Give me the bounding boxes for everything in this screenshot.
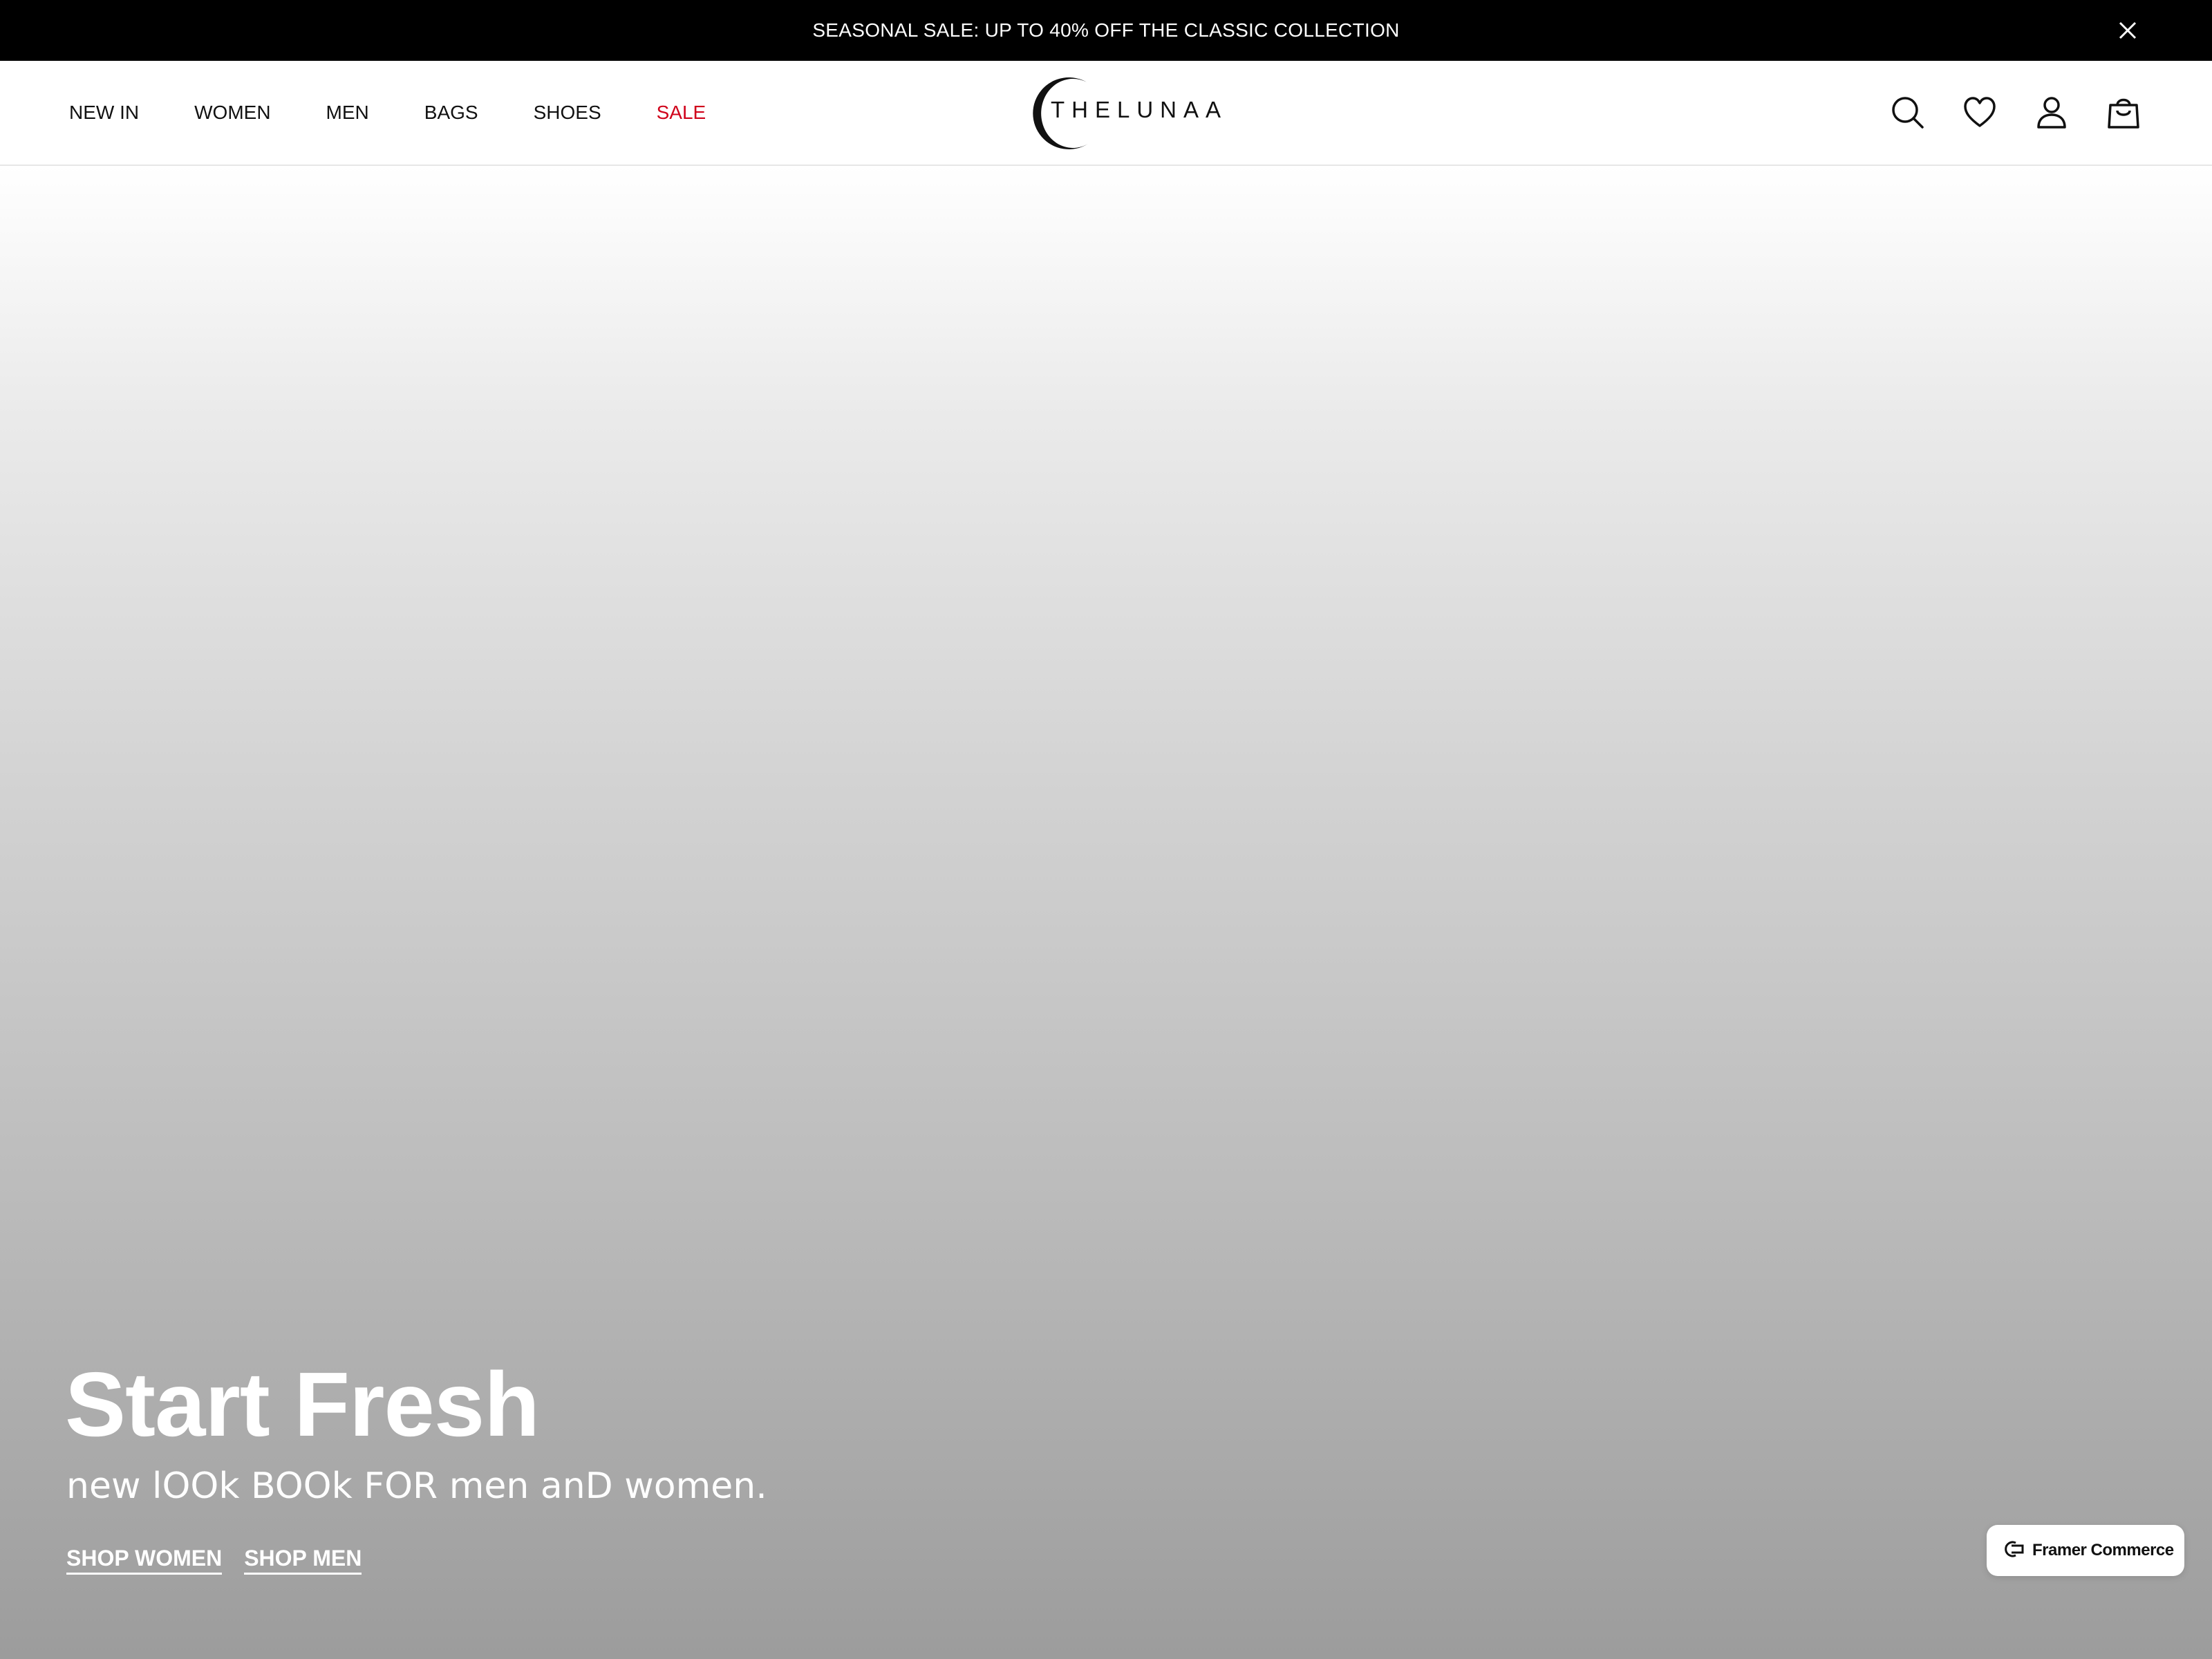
- search-icon[interactable]: [1888, 93, 1927, 132]
- framer-commerce-badge[interactable]: Framer Commerce: [1987, 1525, 2184, 1576]
- hero-title: Start Fresh: [65, 1353, 540, 1455]
- site-header: NEW IN WOMEN MEN BAGS SHOES SALE THELUNA…: [0, 61, 2212, 166]
- shopping-bag-icon[interactable]: [2104, 93, 2143, 132]
- logo-text: THELUNAA: [1051, 97, 1228, 122]
- nav-item-shoes[interactable]: SHOES: [534, 102, 601, 124]
- brand-logo[interactable]: THELUNAA: [1016, 75, 1221, 152]
- user-icon[interactable]: [2032, 93, 2071, 132]
- hero-subtitle: new lOOk BOOk FOR men anD women.: [66, 1465, 767, 1507]
- nav-item-women[interactable]: WOMEN: [194, 102, 270, 124]
- nav-item-sale[interactable]: SALE: [657, 102, 706, 124]
- main-nav: NEW IN WOMEN MEN BAGS SHOES SALE: [69, 61, 761, 165]
- announcement-text: SEASONAL SALE: UP TO 40% OFF THE CLASSIC…: [812, 19, 1400, 41]
- badge-text: Framer Commerce: [2032, 1541, 2174, 1559]
- heart-icon[interactable]: [1960, 93, 1999, 132]
- nav-item-bags[interactable]: BAGS: [424, 102, 478, 124]
- shop-women-link[interactable]: SHOP WOMEN: [66, 1546, 223, 1575]
- nav-item-men[interactable]: MEN: [326, 102, 369, 124]
- hero-ctas: SHOP WOMEN SHOP MEN: [66, 1546, 384, 1575]
- framer-commerce-icon: [2002, 1541, 2025, 1561]
- hero-banner: Start Fresh new lOOk BOOk FOR men anD wo…: [0, 166, 2212, 1659]
- header-icons: [1855, 61, 2143, 165]
- shop-men-link[interactable]: SHOP MEN: [244, 1546, 362, 1575]
- close-icon[interactable]: [2112, 15, 2143, 46]
- announcement-bar: SEASONAL SALE: UP TO 40% OFF THE CLASSIC…: [0, 0, 2212, 61]
- nav-item-new-in[interactable]: NEW IN: [69, 102, 139, 124]
